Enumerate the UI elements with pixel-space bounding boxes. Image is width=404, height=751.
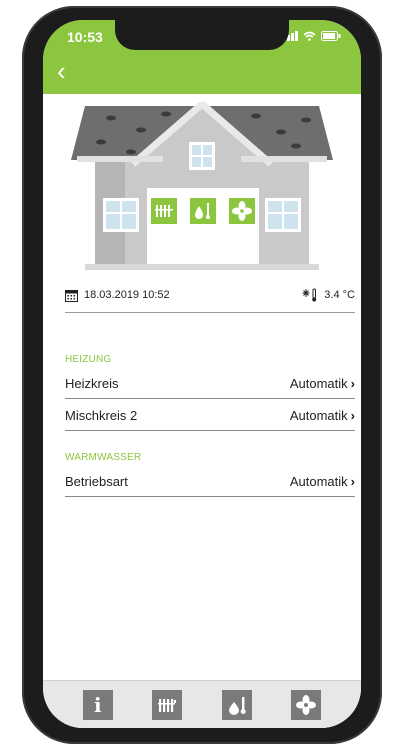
chevron-right-icon: › [350,407,355,423]
battery-icon [321,31,341,41]
outdoor-temperature-icon [302,288,317,302]
nav-water-temperature-icon[interactable] [221,689,252,720]
water-temperature-tile-icon[interactable] [190,198,216,224]
status-icons [283,31,341,41]
app-screen: 10:53 ‹ 18.03.2019 10:52 3.4 °C HEIZUNG … [43,20,361,728]
row-value: Automatik › [289,407,355,423]
section-title-heating: HEIZUNG [65,354,112,365]
phone-frame: 10:53 ‹ 18.03.2019 10:52 3.4 °C HEIZUNG … [22,6,382,744]
status-time: 10:53 [67,29,103,45]
row-label: Mischkreis 2 [65,407,138,423]
nav-fan-icon[interactable] [291,689,322,720]
row-value: Automatik › [289,473,355,489]
phone-notch [115,20,289,50]
datetime-group: 18.03.2019 10:52 [65,289,170,302]
nav-radiator-icon[interactable] [152,689,183,720]
house-illustration [71,102,333,270]
wifi-icon [303,31,316,41]
row-label: Heizkreis [65,375,119,391]
nav-info-icon[interactable]: i [82,689,113,720]
row-label: Betriebsart [65,473,128,489]
fan-tile-icon[interactable] [229,198,255,224]
back-chevron-icon[interactable]: ‹ [57,58,83,86]
datetime-text: 18.03.2019 10:52 [84,289,170,301]
row-heizkreis[interactable]: Heizkreis Automatik › [65,368,355,399]
row-mischkreis-2[interactable]: Mischkreis 2 Automatik › [65,400,355,431]
chevron-right-icon: › [350,473,355,489]
row-betriebsart[interactable]: Betriebsart Automatik › [65,466,355,497]
calendar-icon [65,289,78,302]
chevron-right-icon: › [350,375,355,391]
temperature-group: 3.4 °C [302,288,355,302]
radiator-tile-icon[interactable] [151,198,177,224]
section-title-hotwater: WARMWASSER [65,452,142,463]
row-value: Automatik › [289,375,355,391]
info-row: 18.03.2019 10:52 3.4 °C [65,282,355,308]
info-divider [65,312,355,313]
bottom-nav: i [43,680,361,728]
temperature-text: 3.4 °C [324,289,355,301]
